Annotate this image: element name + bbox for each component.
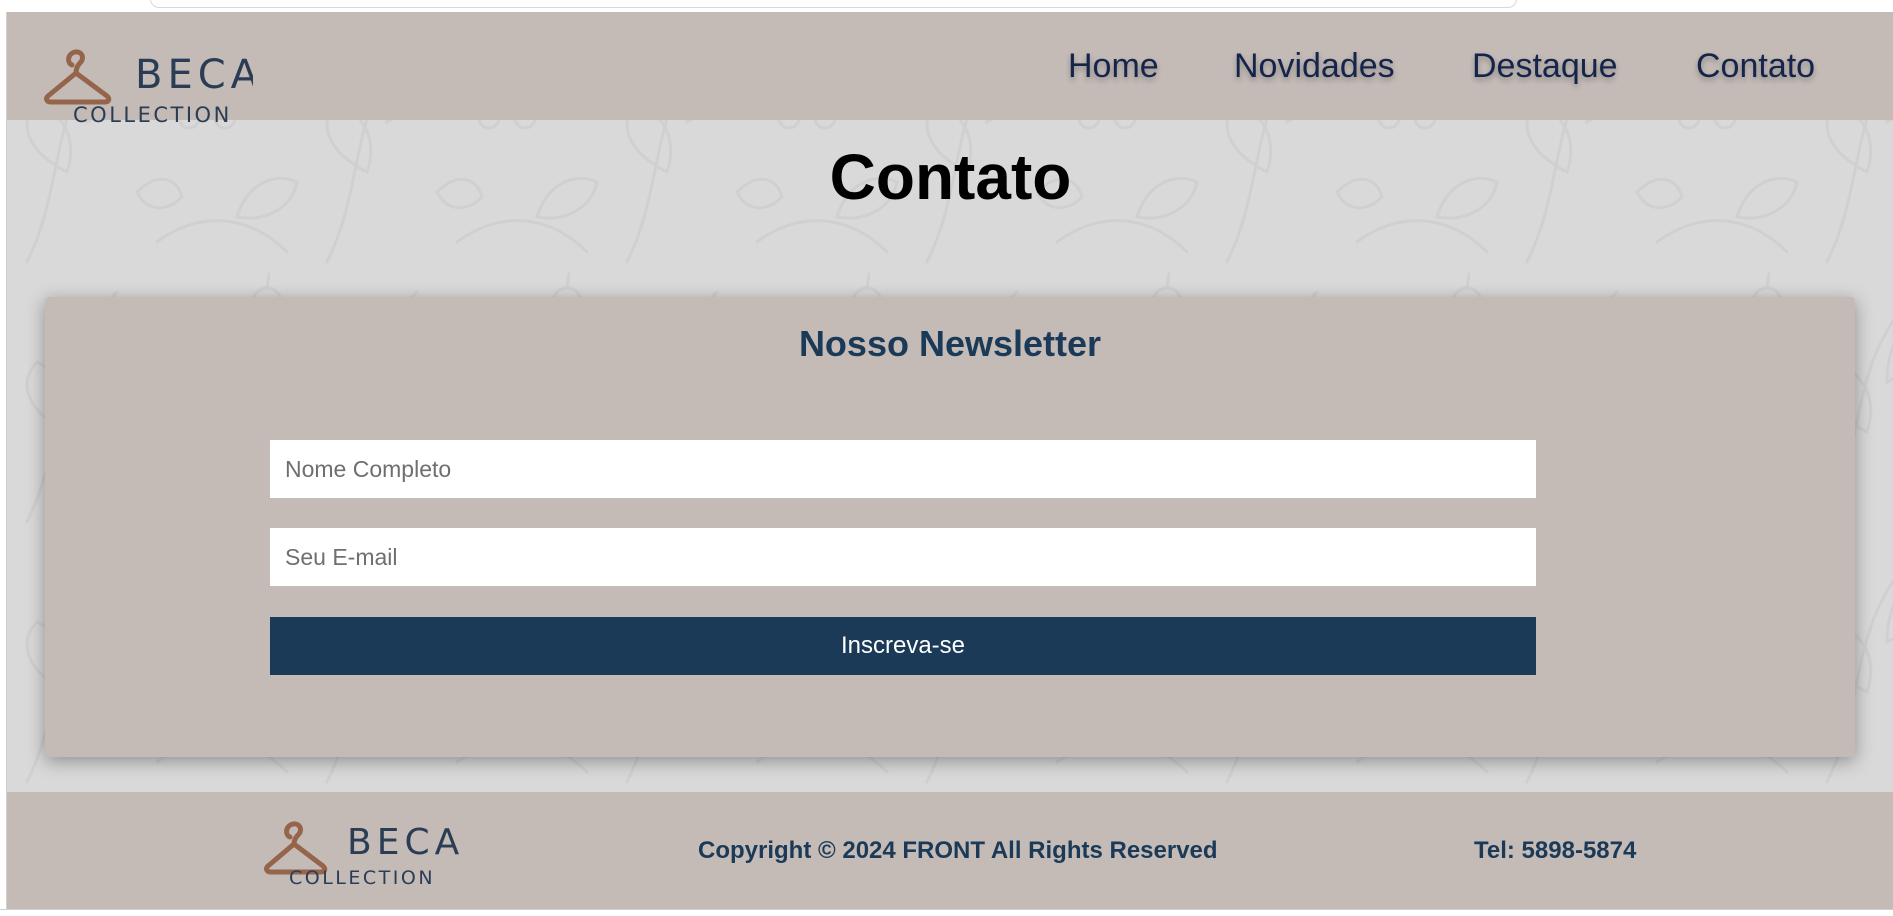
footer-logo-line2: COLLECTION [289,867,435,889]
page-viewport: BECA COLLECTION Home Novidades Destaque … [6,12,1893,909]
site-header: BECA COLLECTION Home Novidades Destaque … [7,12,1893,127]
hanger-icon [264,821,328,875]
nav-novidades[interactable]: Novidades [1234,12,1395,120]
brand-logo-line2: COLLECTION [73,103,232,127]
copyright-text: Copyright © 2024 FRONT All Rights Reserv… [698,836,1218,864]
email-input[interactable] [270,528,1536,586]
site-footer: BECA COLLECTION Copyright © 2024 FRONT A… [7,792,1893,909]
phone-text: Tel: 5898-5874 [1474,836,1637,864]
newsletter-card: Nosso Newsletter Inscreva-se [45,297,1855,757]
brand-logo[interactable]: BECA COLLECTION [43,42,253,132]
footer-brand-logo: BECA COLLECTION [264,821,463,889]
browser-top-edge [0,0,1893,12]
nav-contato[interactable]: Contato [1696,12,1815,120]
page-title: Contato [829,141,1072,213]
browser-bottom-edge [0,909,1893,916]
full-name-input[interactable] [270,440,1536,498]
footer-logo-line1: BECA [347,822,463,863]
brand-logo-line1: BECA [135,52,253,98]
nav-home[interactable]: Home [1068,12,1159,120]
browser-address-bar-edge [150,0,1517,8]
nav-destaque[interactable]: Destaque [1472,12,1618,120]
newsletter-title: Nosso Newsletter [798,323,1102,364]
subscribe-button[interactable]: Inscreva-se [270,617,1536,675]
hanger-icon [44,49,112,105]
